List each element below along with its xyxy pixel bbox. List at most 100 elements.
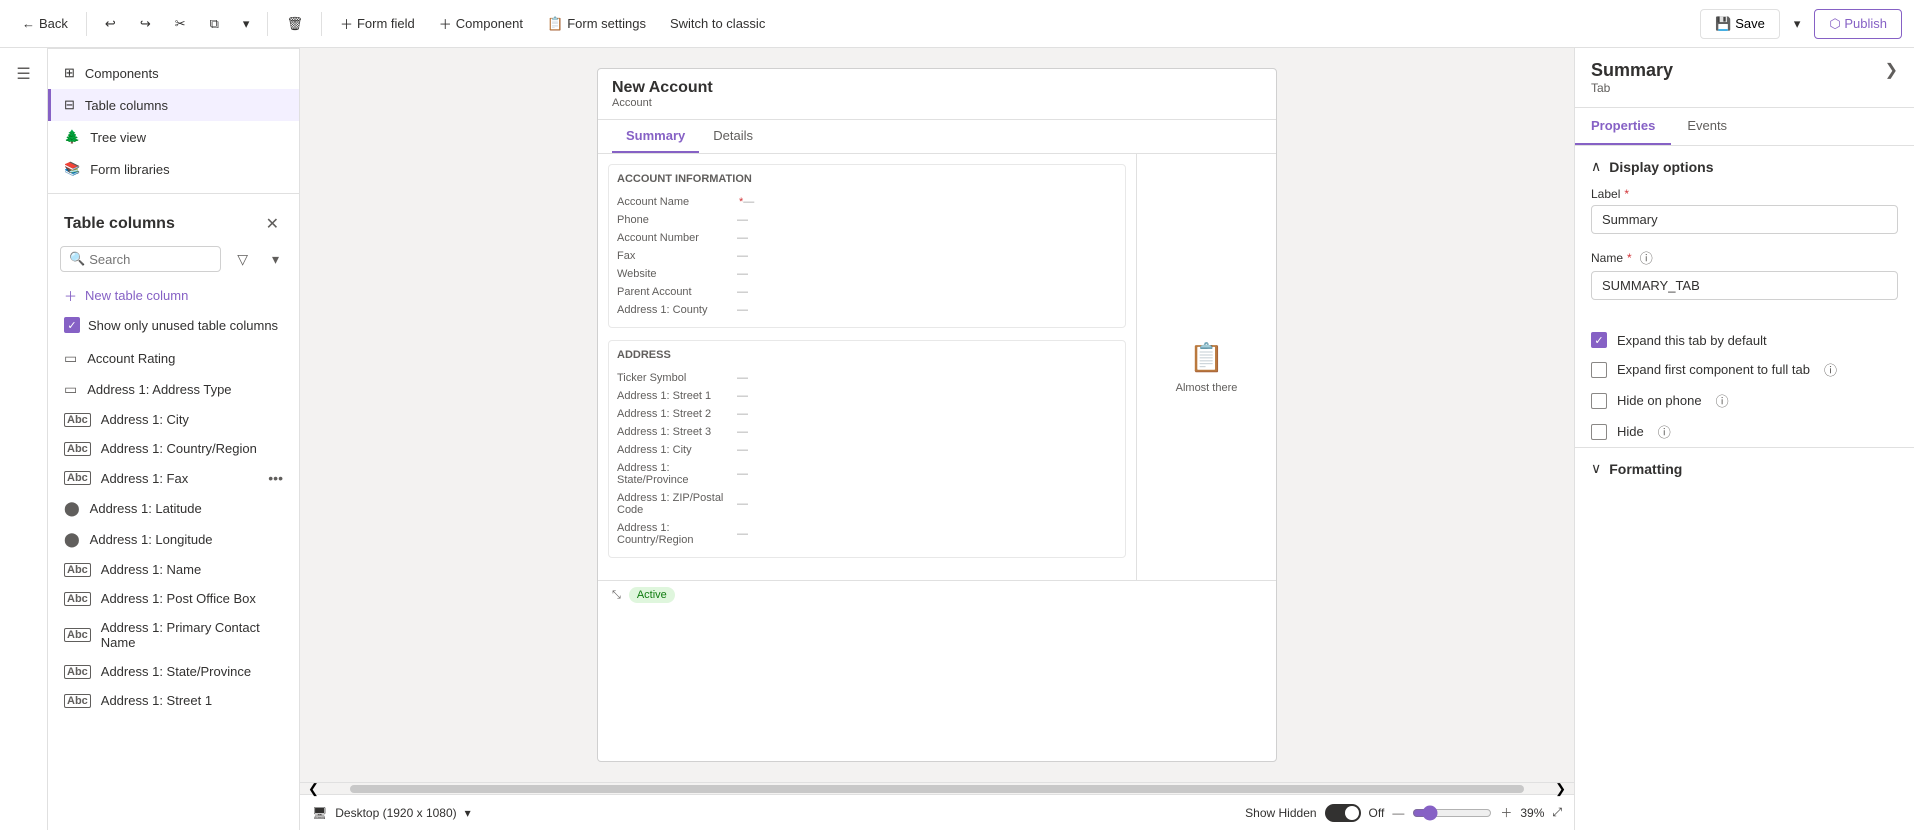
field-row-website: Website — <box>617 265 1117 283</box>
text-icon-2: Abc <box>64 413 91 427</box>
form-tab-details[interactable]: Details <box>699 120 767 153</box>
sidebar-item-form-libraries[interactable]: 📚 Form libraries <box>48 153 299 185</box>
form-header: New Account Account <box>598 69 1276 120</box>
display-options-body: Label * Name * ⓘ <box>1575 187 1914 326</box>
back-label: Back <box>39 16 68 31</box>
grid-icon: ⊞ <box>64 65 75 81</box>
expand-tab-checkbox-row[interactable]: ✓ Expand this tab by default <box>1575 326 1914 354</box>
more-dropdown-button[interactable]: ▾ <box>233 10 260 38</box>
timeline-icon: 📋 <box>1189 341 1224 374</box>
zoom-slider[interactable] <box>1412 805 1492 821</box>
list-item[interactable]: Abc Address 1: Name <box>48 555 299 584</box>
add-component-button[interactable]: ＋ Component <box>429 8 533 39</box>
expand-full-tab-checkbox[interactable] <box>1591 362 1607 378</box>
list-item[interactable]: Abc Address 1: Fax ••• <box>48 463 299 493</box>
sidebar-item-table-columns[interactable]: ⊟ Table columns <box>48 89 299 121</box>
hamburger-menu-icon[interactable]: ☰ <box>6 56 42 92</box>
tab-events[interactable]: Events <box>1671 108 1743 145</box>
expand-tab-label: Expand this tab by default <box>1617 333 1767 348</box>
tab-properties[interactable]: Properties <box>1575 108 1671 145</box>
add-form-field-button[interactable]: ＋ Form field <box>330 8 425 39</box>
minus-zoom-button[interactable]: — <box>1392 806 1404 820</box>
expand-full-tab-checkbox-row[interactable]: Expand first component to full tab ⓘ <box>1575 354 1914 385</box>
hide-on-phone-info-icon[interactable]: ⓘ <box>1716 391 1729 410</box>
publish-label: Publish <box>1844 16 1887 31</box>
delete-button[interactable]: 🗑 <box>276 10 313 38</box>
name-info-icon[interactable]: ⓘ <box>1640 248 1653 267</box>
formatting-header[interactable]: ∨ Formatting <box>1575 447 1914 489</box>
field-value-ticker: — <box>737 372 1117 384</box>
search-input[interactable] <box>89 252 212 267</box>
plus-zoom-button[interactable]: ＋ <box>1500 804 1512 821</box>
save-icon: 💾 <box>1715 16 1731 31</box>
undo-button[interactable]: ↩ <box>95 10 126 38</box>
publish-button[interactable]: ⬡ Publish <box>1814 9 1902 39</box>
display-options-header[interactable]: ∧ Display options <box>1575 146 1914 187</box>
show-unused-checkbox[interactable]: ✓ <box>64 317 80 333</box>
switch-classic-button[interactable]: Switch to classic <box>660 10 775 37</box>
sidebar-item-tree-view[interactable]: 🌲 Tree view <box>48 121 299 153</box>
bottom-bar-right: Show Hidden Off — ＋ 39% ⤢ <box>1245 804 1562 822</box>
desktop-icon: 🖥 <box>312 806 327 820</box>
list-item[interactable]: Abc Address 1: City <box>48 405 299 434</box>
list-item[interactable]: Abc Address 1: State/Province <box>48 657 299 686</box>
column-name-10: Address 1: State/Province <box>101 664 251 679</box>
field-label-account-number: Account Number <box>617 232 737 244</box>
search-input-wrapper: 🔍 <box>60 246 221 272</box>
list-item[interactable]: ▭ Address 1: Address Type <box>48 374 299 405</box>
hide-checkbox[interactable] <box>1591 424 1607 440</box>
save-dropdown-arrow-icon: ▾ <box>1794 16 1801 32</box>
hide-on-phone-checkbox[interactable] <box>1591 393 1607 409</box>
scroll-left-icon[interactable]: ❮ <box>308 781 319 797</box>
list-item[interactable]: Abc Address 1: Country/Region <box>48 434 299 463</box>
text-icon-10: Abc <box>64 665 91 679</box>
field-row-street2: Address 1: Street 2 — <box>617 405 1117 423</box>
form-settings-button[interactable]: 📋 Form settings <box>537 10 656 38</box>
list-item[interactable]: ⬤ Address 1: Latitude <box>48 493 299 524</box>
back-arrow-icon: ← <box>22 16 35 31</box>
field-value-city: — <box>737 444 1117 456</box>
hide-on-phone-checkbox-row[interactable]: Hide on phone ⓘ <box>1575 385 1914 416</box>
plus-icon-new-column: ＋ <box>64 286 77 305</box>
list-item[interactable]: Abc Address 1: Street 1 <box>48 686 299 715</box>
field-row-fax: Fax — <box>617 247 1117 265</box>
scroll-right-icon[interactable]: ❯ <box>1555 781 1566 797</box>
right-panel-close-button[interactable]: ❯ <box>1885 60 1898 80</box>
hide-checkbox-row[interactable]: Hide ⓘ <box>1575 416 1914 447</box>
label-input[interactable] <box>1591 205 1898 234</box>
horizontal-scrollbar[interactable]: ❮ ❯ <box>300 782 1574 794</box>
save-dropdown-button[interactable]: ▾ <box>1784 10 1811 38</box>
save-button[interactable]: 💾 Save <box>1700 9 1779 39</box>
hide-on-phone-label: Hide on phone <box>1617 393 1702 408</box>
show-hidden-toggle[interactable] <box>1325 804 1361 822</box>
save-label: Save <box>1735 16 1765 31</box>
form-main: ACCOUNT INFORMATION Account Name * — Pho… <box>598 154 1136 580</box>
expand-icon: ⤡ <box>612 589 621 602</box>
cut-icon-button[interactable]: ✂ <box>165 10 196 38</box>
copy-button[interactable]: ⧉ <box>200 10 229 38</box>
expand-full-tab-info-icon[interactable]: ⓘ <box>1824 360 1837 379</box>
form-tab-summary[interactable]: Summary <box>612 120 699 153</box>
list-item[interactable]: Abc Address 1: Post Office Box <box>48 584 299 613</box>
fit-screen-icon[interactable]: ⤢ <box>1552 805 1562 820</box>
scroll-thumb[interactable] <box>350 785 1524 793</box>
toolbar-right: 💾 Save ▾ ⬡ Publish <box>1700 9 1902 39</box>
close-panel-button[interactable]: ✕ <box>262 210 283 238</box>
sidebar-item-components[interactable]: ⊞ Components <box>48 57 299 89</box>
list-item[interactable]: Abc Address 1: Primary Contact Name <box>48 613 299 657</box>
name-field-label-text: Name <box>1591 251 1623 265</box>
filter-button[interactable]: ▽ <box>229 247 256 272</box>
list-item[interactable]: ⬤ Address 1: Longitude <box>48 524 299 555</box>
back-button[interactable]: ← Back <box>12 10 78 37</box>
filter-dropdown-button[interactable]: ▾ <box>264 247 287 272</box>
new-table-column-button[interactable]: ＋ New table column <box>48 280 299 311</box>
show-unused-checkbox-row[interactable]: ✓ Show only unused table columns <box>48 311 299 339</box>
name-input[interactable] <box>1591 271 1898 300</box>
column-more-menu-button[interactable]: ••• <box>268 470 283 486</box>
list-item[interactable]: ▭ Account Rating <box>48 343 299 374</box>
hide-info-icon[interactable]: ⓘ <box>1658 422 1671 441</box>
redo-button[interactable]: ↪ <box>130 10 161 38</box>
show-hidden-label: Show Hidden <box>1245 806 1316 820</box>
device-dropdown-icon[interactable]: ▾ <box>465 806 471 820</box>
expand-tab-checkbox[interactable]: ✓ <box>1591 332 1607 348</box>
